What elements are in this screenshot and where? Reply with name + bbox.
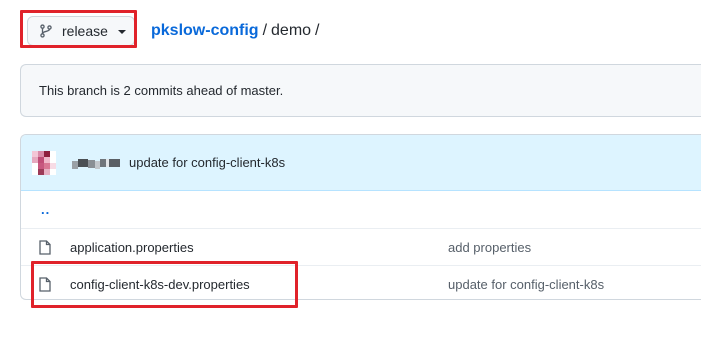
breadcrumb-repo-link[interactable]: pkslow-config bbox=[151, 21, 259, 41]
file-commit-message[interactable]: update for config-client-k8s bbox=[448, 277, 604, 292]
parent-dir-link[interactable]: .. bbox=[41, 202, 50, 217]
file-commit-message[interactable]: add properties bbox=[448, 240, 531, 255]
breadcrumb-trailing-separator: / bbox=[315, 22, 320, 39]
breadcrumb-current-dir: demo bbox=[271, 22, 312, 39]
table-row[interactable]: config-client-k8s-dev.properties update … bbox=[21, 265, 701, 299]
branch-name: release bbox=[62, 23, 108, 39]
branch-select-button[interactable]: release bbox=[27, 16, 135, 46]
latest-commit-header: update for config-client-k8s bbox=[21, 135, 701, 191]
branch-ahead-text: This branch is 2 commits ahead of master… bbox=[39, 83, 284, 98]
file-icon bbox=[39, 277, 51, 292]
breadcrumb-separator: / bbox=[262, 22, 268, 39]
chevron-down-icon bbox=[117, 30, 126, 34]
parent-dir-row[interactable]: .. bbox=[21, 191, 701, 228]
branch-ahead-notice: This branch is 2 commits ahead of master… bbox=[20, 64, 701, 117]
file-listing: update for config-client-k8s .. applicat… bbox=[20, 134, 701, 300]
file-name-link[interactable]: config-client-k8s-dev.properties bbox=[70, 277, 250, 292]
git-branch-icon bbox=[39, 24, 53, 38]
author-name-redacted bbox=[72, 157, 120, 169]
file-name-link[interactable]: application.properties bbox=[70, 240, 194, 255]
file-icon bbox=[39, 240, 51, 255]
latest-commit-message[interactable]: update for config-client-k8s bbox=[129, 155, 285, 170]
avatar[interactable] bbox=[32, 150, 56, 175]
breadcrumb: pkslow-config / demo / bbox=[151, 21, 324, 41]
table-row[interactable]: application.properties add properties bbox=[21, 228, 701, 265]
